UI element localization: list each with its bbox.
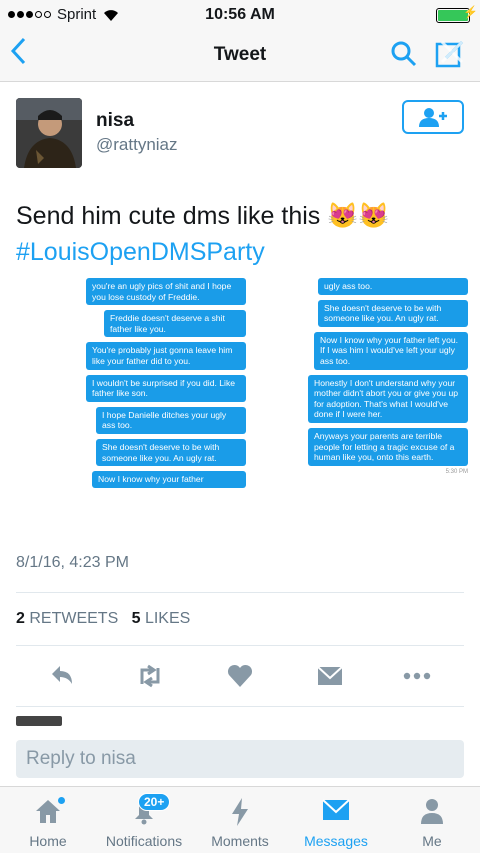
dm-bubble: She doesn't deserve to be with someone l…: [96, 438, 246, 467]
profile-photo: [16, 98, 82, 168]
hashtag-link[interactable]: #LouisOpenDMSParty: [16, 238, 265, 266]
emoji: 😻😻: [327, 202, 390, 230]
more-button[interactable]: [402, 662, 432, 695]
dm-bubble: Honestly I don't understand why your mot…: [308, 374, 468, 423]
tab-me[interactable]: Me: [384, 787, 480, 853]
likes-count: 5: [131, 610, 141, 627]
divider: [16, 592, 464, 593]
search-icon: [391, 41, 417, 67]
divider: [16, 706, 464, 707]
likes-label: LIKES: [144, 610, 191, 627]
retweets-count: 2: [16, 610, 25, 627]
reply-icon: [52, 666, 72, 684]
nav-bar: Tweet: [0, 30, 480, 82]
tweet-media-image[interactable]: you're an ugly pics of shit and I hope y…: [16, 278, 468, 540]
dm-bubble: Anyways your parents are terrible people…: [308, 427, 468, 466]
user-handle[interactable]: @rattyniaz: [96, 135, 178, 155]
likes-stat[interactable]: 5 LIKES: [132, 610, 191, 627]
dm-column-right: ugly ass too. She doesn't deserve to be …: [308, 278, 468, 475]
notifications-badge: 20+: [138, 793, 171, 811]
dm-bubble: ugly ass too.: [318, 278, 468, 295]
status-time: 10:56 AM: [205, 6, 275, 23]
tab-moments-label: Moments: [211, 833, 269, 849]
tweet-timestamp: 8/1/16, 4:23 PM: [16, 554, 129, 571]
retweets-stat[interactable]: 2 RETWEETS: [16, 610, 118, 627]
tab-notifications[interactable]: 20+ Notifications: [96, 787, 192, 853]
tab-moments[interactable]: Moments: [192, 787, 288, 853]
dm-bubble: you're an ugly pics of shit and I hope y…: [86, 278, 246, 306]
retweets-label: RETWEETS: [29, 610, 119, 627]
dm-timestamp: 5:30 PM: [445, 468, 468, 475]
tweet-body: Send him cute dms like this: [16, 202, 321, 230]
tab-messages-label: Messages: [304, 833, 368, 849]
partial-reply-row: [16, 716, 464, 726]
more-icon: [403, 672, 431, 680]
envelope-icon: [322, 799, 350, 820]
tweet-text: Send him cute dms like this 😻😻 #LouisOpe…: [16, 198, 466, 270]
search-button[interactable]: [390, 40, 418, 73]
avatar[interactable]: [16, 98, 82, 168]
reply-input[interactable]: Reply to nisa: [16, 740, 464, 778]
add-user-icon: [419, 108, 447, 127]
tweet-actions: [0, 662, 480, 692]
compose-icon: [435, 40, 464, 68]
charging-icon: ⚡: [463, 5, 478, 19]
dm-bubble: Now I know why your father left you. If …: [314, 331, 468, 370]
tab-notifications-label: Notifications: [105, 833, 183, 849]
dm-bubble: I hope Danielle ditches your ugly ass to…: [96, 406, 246, 434]
retweet-button[interactable]: [134, 662, 166, 695]
display-name[interactable]: nisa: [96, 110, 134, 132]
dm-bubble: I wouldn't be surprised if you did. Like…: [86, 374, 246, 402]
envelope-icon: [317, 666, 343, 685]
reply-button[interactable]: [48, 662, 76, 695]
compose-button[interactable]: [434, 38, 466, 75]
tweet-stats: 2 RETWEETS 5 LIKES: [16, 610, 190, 628]
divider: [16, 645, 464, 646]
dm-bubble: You're probably just gonna leave him lik…: [86, 342, 246, 370]
dm-bubble: She doesn't deserve to be with someone l…: [318, 299, 468, 327]
tab-home-label: Home: [29, 833, 67, 849]
like-button[interactable]: [226, 662, 254, 695]
follow-button[interactable]: [402, 100, 464, 134]
tab-bar: Home 20+ Notifications Moments Messages: [0, 786, 480, 853]
lightning-icon: [232, 798, 248, 826]
tab-me-label: Me: [422, 833, 442, 849]
new-content-dot: [58, 797, 65, 804]
person-icon: [421, 799, 443, 824]
dm-bubble: Freddie doesn't deserve a shit father li…: [104, 310, 246, 338]
tab-home[interactable]: Home: [0, 787, 96, 853]
status-bar: Sprint 10:56 AM ⚡: [0, 0, 480, 30]
dm-column-left: you're an ugly pics of shit and I hope y…: [86, 278, 246, 493]
heart-icon: [227, 664, 253, 687]
direct-message-button[interactable]: [316, 662, 344, 695]
retweet-icon: [140, 664, 160, 688]
dm-bubble: Now I know why your father: [92, 471, 246, 488]
tab-messages[interactable]: Messages: [288, 787, 384, 853]
